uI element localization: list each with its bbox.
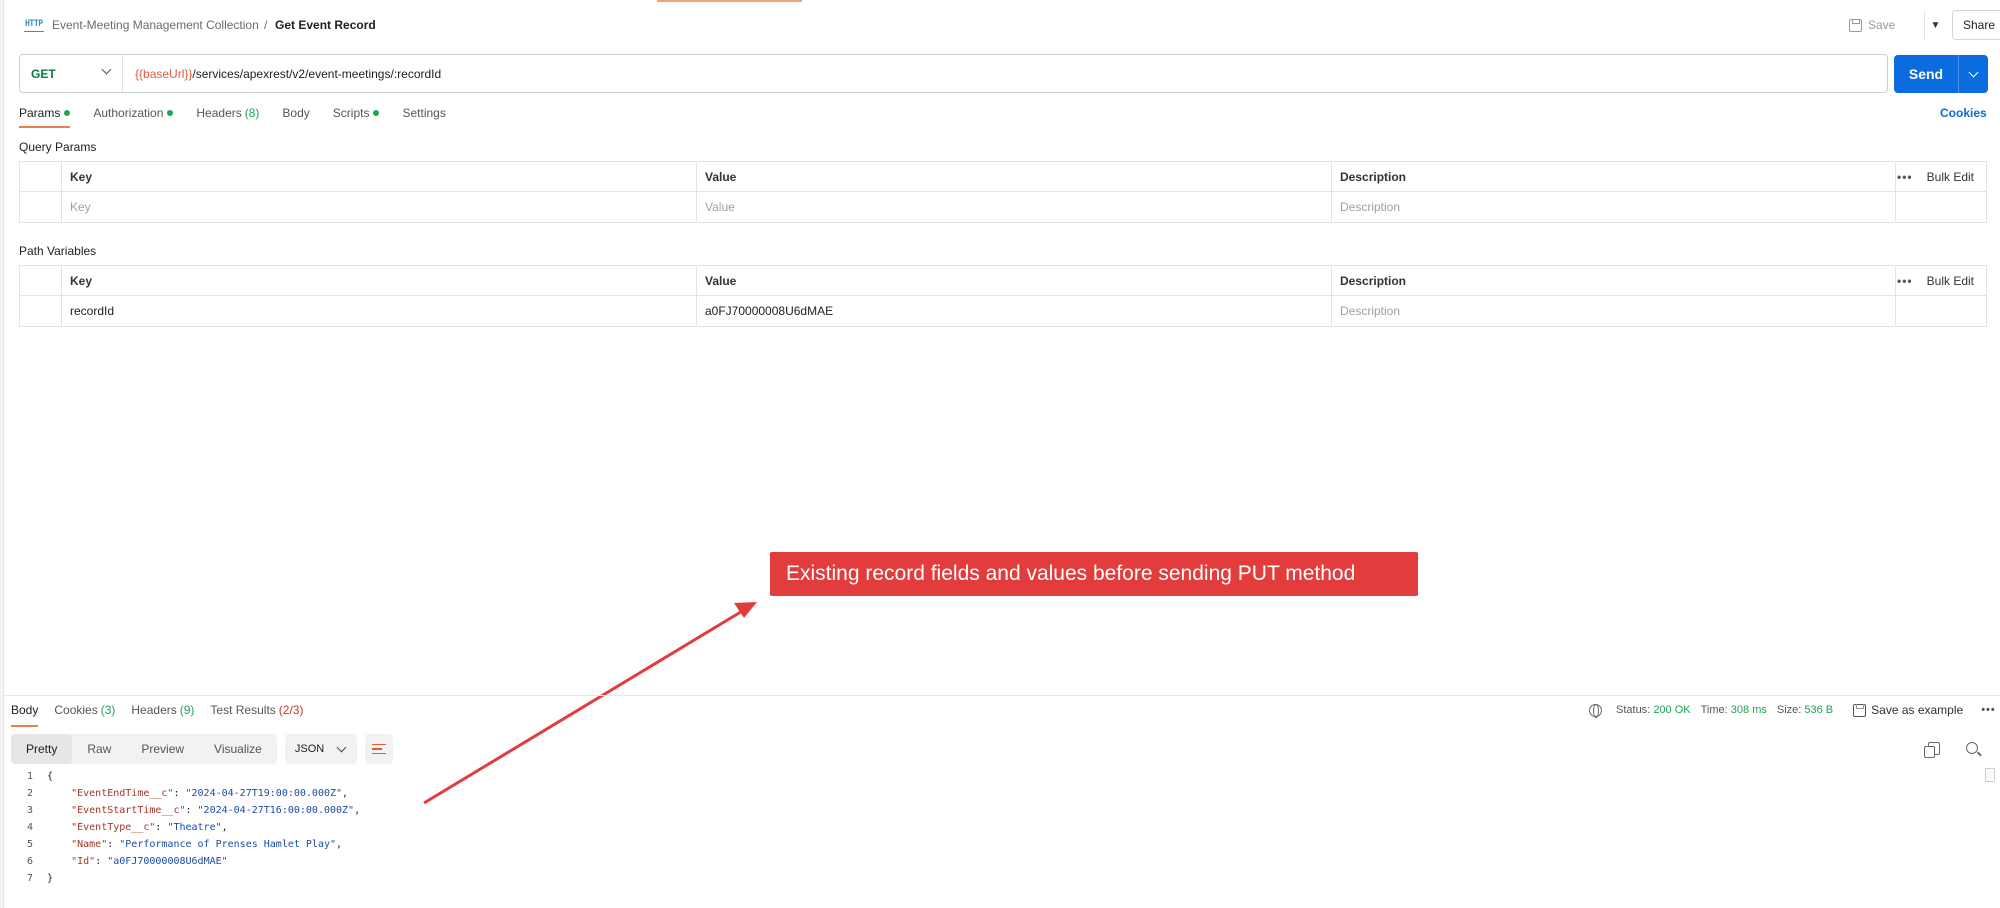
url-bar: GET {{baseUrl}}/services/apexrest/v2/eve…	[19, 54, 1888, 93]
path-description-input[interactable]: Description	[1332, 296, 1896, 326]
send-button-group: Send	[1894, 55, 1988, 93]
table-header-row: Key Value Description ••• Bulk Edit	[20, 266, 1986, 296]
path-value-input[interactable]: a0FJ70000008U6dMAE	[697, 296, 1332, 326]
query-value-input[interactable]: Value	[697, 192, 1332, 222]
format-tab-visualize[interactable]: Visualize	[199, 734, 277, 764]
response-tab-cookies[interactable]: Cookies (3)	[54, 703, 115, 727]
save-icon	[1849, 18, 1862, 32]
response-divider	[4, 695, 2000, 696]
bulk-edit-button[interactable]: Bulk Edit	[1927, 274, 1974, 288]
response-status-bar: Status: 200 OK Time: 308 ms Size: 536 B …	[1589, 703, 1996, 718]
more-icon[interactable]: •••	[1981, 704, 1996, 716]
response-tabs: Body Cookies (3) Headers (9) Test Results(…	[11, 703, 319, 727]
more-icon[interactable]: •••	[1897, 274, 1913, 288]
query-key-input[interactable]: Key	[62, 192, 697, 222]
breadcrumb-request-name[interactable]: Get Event Record	[275, 18, 376, 32]
response-body-editor[interactable]: 1{ 2 "EventEndTime__c": "2024-04-27T19:0…	[11, 768, 1991, 908]
wrap-lines-button[interactable]	[364, 734, 393, 764]
save-label: Save	[1868, 18, 1896, 32]
cookies-link[interactable]: Cookies	[1940, 106, 1987, 120]
tab-params[interactable]: Params	[19, 104, 71, 128]
chevron-down-icon	[101, 64, 112, 75]
code-line: 2 "EventEndTime__c": "2024-04-27T19:00:0…	[26, 788, 349, 799]
active-request-indicator	[657, 0, 802, 2]
format-tab-preview[interactable]: Preview	[126, 734, 199, 764]
tab-count: (8)	[244, 106, 260, 120]
wrap-icon	[371, 744, 386, 754]
response-tab-headers[interactable]: Headers (9)	[131, 703, 194, 727]
status-dot	[167, 110, 174, 116]
format-tab-raw[interactable]: Raw	[72, 734, 126, 764]
copy-icon[interactable]	[1924, 742, 1940, 758]
http-request-icon: HTTP	[24, 19, 44, 32]
code-line: 3 "EventStartTime__c": "2024-04-27T16:00…	[26, 805, 361, 816]
method-select[interactable]: GET	[20, 55, 123, 92]
column-header-value: Value	[697, 162, 1332, 192]
tab-settings[interactable]: Settings	[402, 104, 445, 128]
response-format-bar: Pretty Raw Preview Visualize JSON	[11, 734, 393, 764]
status-info[interactable]: Status: 200 OK	[1616, 704, 1691, 716]
bulk-edit-button[interactable]: Bulk Edit	[1927, 170, 1974, 184]
column-header-value: Value	[697, 266, 1332, 296]
breadcrumb-collection[interactable]: Event-Meeting Management Collection	[52, 18, 259, 32]
save-options-chevron-down-icon[interactable]: ▼	[1924, 10, 1946, 40]
send-options-chevron-down-icon[interactable]	[1958, 55, 1988, 93]
url-path: /services/apexrest/v2/event-meetings/:re…	[192, 67, 442, 81]
column-header-description: Description	[1332, 162, 1896, 192]
code-line: 6 "Id": "a0FJ70000008U6dMAE"	[26, 856, 228, 867]
request-header: HTTP Event-Meeting Management Collection…	[20, 10, 2000, 40]
breadcrumb-separator: /	[264, 18, 268, 32]
annotation-callout: Existing record fields and values before…	[770, 552, 1418, 596]
tab-scripts[interactable]: Scripts	[333, 104, 380, 128]
response-tab-body[interactable]: Body	[11, 703, 39, 727]
save-as-example-button[interactable]: Save as example	[1853, 703, 1963, 717]
response-tab-test-results[interactable]: Test Results (2/3)	[210, 703, 303, 727]
query-description-input[interactable]: Description	[1332, 192, 1896, 222]
table-row: recordId a0FJ70000008U6dMAE Description	[20, 296, 1986, 326]
send-button[interactable]: Send	[1894, 55, 1958, 93]
url-input[interactable]: {{baseUrl}}/services/apexrest/v2/event-m…	[135, 67, 441, 81]
method-label: GET	[31, 66, 56, 81]
url-variable: {{baseUrl}}	[135, 67, 193, 81]
tab-body[interactable]: Body	[282, 104, 309, 128]
size-info[interactable]: Size: 536 B	[1777, 704, 1833, 716]
code-line: 1{	[26, 771, 54, 782]
save-button[interactable]: Save	[1849, 10, 1921, 40]
table-header-row: Key Value Description ••• Bulk Edit	[20, 162, 1986, 192]
column-header-key: Key	[62, 266, 697, 296]
request-tabs: Params Authorization Headers (8) Body Scr…	[19, 104, 469, 128]
path-key-cell: recordId	[62, 296, 697, 326]
code-line: 5 "Name": "Performance of Prenses Hamlet…	[26, 839, 343, 850]
status-dot	[373, 110, 380, 116]
language-select[interactable]: JSON	[284, 734, 357, 764]
column-header-description: Description	[1332, 266, 1896, 296]
network-globe-icon[interactable]	[1589, 703, 1602, 718]
status-badge: 200 OK	[1653, 704, 1691, 716]
editor-scrollbar[interactable]	[1985, 768, 1995, 782]
format-tab-pretty[interactable]: Pretty	[11, 734, 73, 764]
path-variables-table: Key Value Description ••• Bulk Edit reco…	[19, 265, 1987, 327]
code-line: 4 "EventType__c": "Theatre",	[26, 822, 228, 833]
path-variables-title: Path Variables	[19, 244, 97, 258]
tab-headers[interactable]: Headers (8)	[196, 104, 259, 128]
status-dot	[64, 110, 71, 116]
tab-authorization[interactable]: Authorization	[93, 104, 174, 128]
left-rail	[0, 0, 4, 908]
format-segmented-control: Pretty Raw Preview Visualize	[11, 734, 277, 764]
save-icon	[1853, 703, 1867, 717]
more-icon[interactable]: •••	[1897, 170, 1913, 184]
table-row: Key Value Description	[20, 192, 1986, 222]
query-params-table: Key Value Description ••• Bulk Edit Key …	[19, 161, 1987, 223]
code-line: 7}	[26, 873, 54, 884]
query-params-title: Query Params	[19, 140, 97, 154]
search-icon[interactable]	[1966, 742, 1978, 754]
time-info[interactable]: Time: 308 ms	[1701, 704, 1767, 716]
share-button[interactable]: Share	[1952, 10, 2000, 40]
column-header-key: Key	[62, 162, 697, 192]
